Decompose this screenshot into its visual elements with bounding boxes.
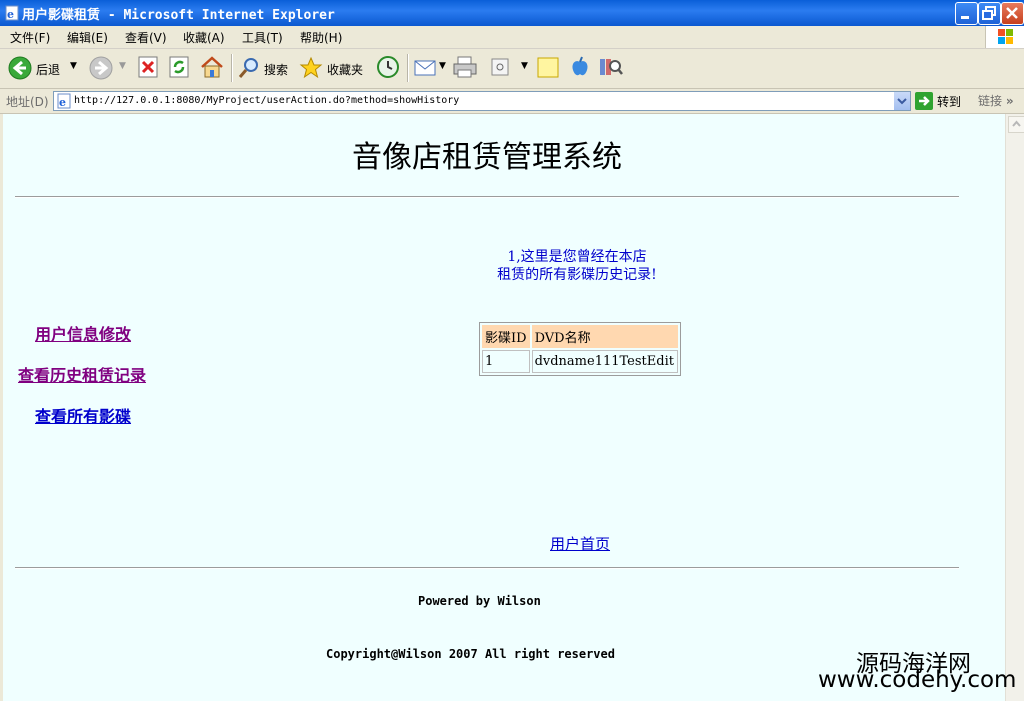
mail-button[interactable]: ▼ <box>413 55 447 81</box>
messenger-note-button[interactable] <box>536 55 560 81</box>
go-label: 转到 <box>937 95 962 109</box>
back-button[interactable]: 后退 ▼ <box>8 55 80 81</box>
favorites-button[interactable]: 收藏夹 <box>299 55 367 81</box>
nav-edit-user-link[interactable]: 用户信息修改 <box>35 321 131 345</box>
back-label: 后退 <box>36 63 61 77</box>
research-icon <box>600 59 623 75</box>
go-button[interactable]: 转到 <box>915 92 971 110</box>
address-label: 地址(D) <box>6 95 49 109</box>
page-content: 音像店租赁管理系统 1,这里是您曾经在本店 租赁的所有影碟历史记录! 用户信息修… <box>3 114 1005 701</box>
star-icon <box>299 56 323 79</box>
chevron-up-icon <box>1012 120 1021 127</box>
watermark-url: www.codehy.com <box>818 667 1017 693</box>
links-button[interactable]: 链接 » <box>978 92 1014 109</box>
chevron-down-icon <box>897 98 907 105</box>
chevron-down-icon[interactable]: ▼ <box>521 61 528 71</box>
divider <box>15 567 959 569</box>
links-label: 链接 <box>978 94 1003 108</box>
research-button[interactable] <box>598 55 624 81</box>
menu-bar: 文件(F) 编辑(E) 查看(V) 收藏(A) 工具(T) 帮助(H) <box>0 26 1024 49</box>
title-bar: e 用户影碟租赁 - Microsoft Internet Explorer <box>0 0 1024 26</box>
menu-favorites[interactable]: 收藏(A) <box>183 29 225 46</box>
refresh-button[interactable] <box>168 55 192 81</box>
edit-button[interactable]: ▼ <box>488 55 530 81</box>
ie-page-icon: e <box>57 93 71 109</box>
powered-by: Powered by Wilson <box>418 594 541 608</box>
address-input[interactable] <box>74 92 889 109</box>
cell-disc-id: 1 <box>482 350 530 373</box>
nav-history-link[interactable]: 查看历史租赁记录 <box>18 362 146 386</box>
favorites-label: 收藏夹 <box>327 63 364 77</box>
search-button[interactable]: 搜索 <box>237 55 293 81</box>
svg-text:e: e <box>7 8 14 21</box>
mail-icon <box>414 60 436 76</box>
copyright: Copyright@Wilson 2007 All right reserved <box>326 647 615 661</box>
apple-button[interactable] <box>568 55 592 81</box>
print-button[interactable] <box>452 55 478 81</box>
svg-text:e: e <box>59 96 66 109</box>
close-button[interactable] <box>1001 2 1024 25</box>
info-line-2: 租赁的所有影碟历史记录! <box>497 267 657 283</box>
forward-button[interactable]: ▼ <box>89 55 129 81</box>
user-home-link[interactable]: 用户首页 <box>550 533 610 554</box>
windows-logo-icon <box>985 26 1024 48</box>
header-dvd-name: DVD名称 <box>531 325 678 348</box>
search-icon <box>238 58 258 78</box>
menu-file[interactable]: 文件(F) <box>10 29 50 46</box>
menu-help[interactable]: 帮助(H) <box>300 29 342 46</box>
table-header-row: 影碟ID DVD名称 <box>482 325 678 348</box>
search-label: 搜索 <box>264 63 289 77</box>
chevron-down-icon[interactable]: ▼ <box>439 61 446 71</box>
restore-button[interactable] <box>978 2 1001 25</box>
stop-icon <box>138 56 158 78</box>
toolbar-separator <box>231 54 233 82</box>
edit-page-icon <box>491 58 509 76</box>
table-row: 1 dvdname111TestEdit <box>482 350 678 373</box>
history-table: 影碟ID DVD名称 1 dvdname111TestEdit <box>479 322 681 376</box>
history-button[interactable] <box>375 55 401 81</box>
divider <box>15 196 959 198</box>
nav-all-discs-link[interactable]: 查看所有影碟 <box>35 403 131 427</box>
stop-button[interactable] <box>137 55 161 81</box>
address-dropdown-button[interactable] <box>894 92 910 110</box>
cell-dvd-name: dvdname111TestEdit <box>531 350 678 373</box>
history-clock-icon <box>377 56 399 78</box>
minimize-button[interactable] <box>955 2 978 25</box>
chevron-down-icon[interactable]: ▼ <box>119 61 126 71</box>
chevron-down-icon[interactable]: ▼ <box>70 61 77 71</box>
chevron-right-icon: » <box>1005 94 1014 108</box>
go-arrow-icon <box>915 92 933 110</box>
refresh-icon <box>169 56 189 78</box>
back-arrow-icon <box>8 56 32 80</box>
menu-tools[interactable]: 工具(T) <box>242 29 283 46</box>
info-line-1: 1,这里是您曾经在本店 <box>507 249 647 265</box>
vertical-scrollbar[interactable] <box>1005 114 1024 701</box>
printer-icon <box>453 56 477 78</box>
header-disc-id: 影碟ID <box>482 325 530 348</box>
page-title: 音像店租赁管理系统 <box>352 140 622 175</box>
address-bar: 地址(D) e 转到 链接 » <box>0 89 1024 114</box>
forward-arrow-icon <box>89 56 113 80</box>
address-box: e <box>53 91 911 111</box>
history-info: 1,这里是您曾经在本店 租赁的所有影碟历史记录! <box>423 248 731 284</box>
window-title: 用户影碟租赁 - Microsoft Internet Explorer <box>22 8 335 23</box>
scroll-up-button[interactable] <box>1008 116 1024 133</box>
toolbar-separator <box>407 54 409 82</box>
menu-view[interactable]: 查看(V) <box>125 29 167 46</box>
toolbar: 后退 ▼ ▼ 搜索 收藏夹 ▼ ▼ <box>0 49 1024 89</box>
home-button[interactable] <box>199 55 225 81</box>
note-icon <box>537 57 559 78</box>
home-icon <box>201 56 223 78</box>
menu-edit[interactable]: 编辑(E) <box>67 29 108 46</box>
ie-page-icon: e <box>5 5 19 21</box>
apple-icon <box>572 56 588 76</box>
